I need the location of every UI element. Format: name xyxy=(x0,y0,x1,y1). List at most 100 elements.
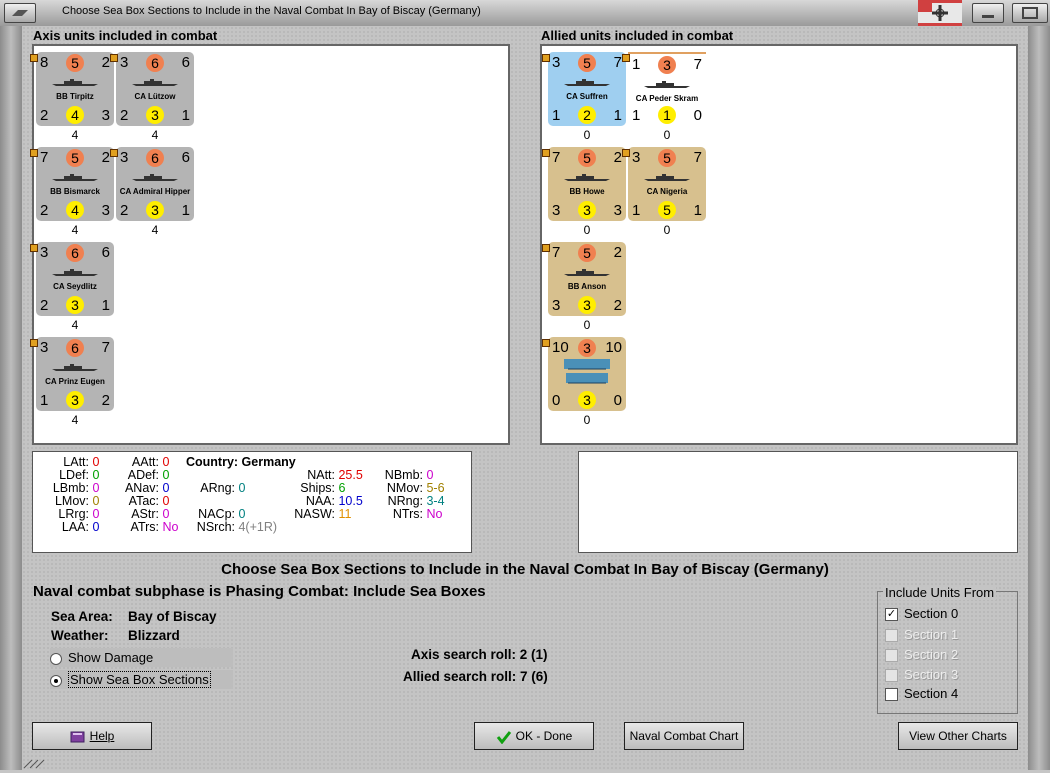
counter-under-value: 4 xyxy=(71,413,79,427)
counter-unit-name: CA Seydlitz xyxy=(53,282,97,291)
window-frame-left xyxy=(0,26,22,770)
allied-unit-counter[interactable]: 1 3 7 CA Peder Skram 1 1 0 xyxy=(628,52,706,126)
minimize-button[interactable] xyxy=(972,3,1004,23)
stat-nsrch: NSrch: 4(+1R) xyxy=(196,520,278,534)
ship-silhouette-icon xyxy=(644,81,690,88)
allied-unit-counter[interactable]: 3 5 7 CA Suffren 1 2 1 xyxy=(548,52,626,126)
section-4-checkbox[interactable]: Section 4 xyxy=(885,686,959,702)
counter-bottom-circle: 3 xyxy=(146,106,164,124)
axis-search-roll: Axis search roll: 2 (1) xyxy=(411,647,548,662)
counter-bottom-circle: 3 xyxy=(578,391,596,409)
counter-bottom-circle: 3 xyxy=(578,201,596,219)
counter-defense-value: 2 xyxy=(40,202,49,219)
allied-unit-counter[interactable]: 7 5 2 BB Howe 3 3 3 xyxy=(548,147,626,221)
show-sections-radio[interactable]: Show Sea Box Sections xyxy=(50,670,233,689)
counter-movement-value: 2 xyxy=(613,297,622,314)
counter-defense-value: 3 xyxy=(552,202,561,219)
ship-silhouette-icon xyxy=(564,269,610,276)
stat-adef: ADef: 0 xyxy=(127,468,170,482)
section-4-label: Section 4 xyxy=(904,686,959,701)
system-menu-button[interactable] xyxy=(4,3,36,23)
allied-unit-counter[interactable]: 3 5 7 CA Nigeria 1 5 1 xyxy=(628,147,706,221)
counter-range-value: 10 xyxy=(605,339,622,356)
axis-unit-counter[interactable]: 8 5 2 BB Tirpitz 2 4 3 xyxy=(36,52,114,126)
counter-range-value: 2 xyxy=(101,54,110,71)
counter-under-value: 4 xyxy=(71,128,79,142)
checkbox-checked-icon: ✓ xyxy=(885,608,898,622)
include-units-title: Include Units From xyxy=(883,585,997,600)
counter-top-circle: 6 xyxy=(66,339,84,357)
section-2-checkbox[interactable]: Section 2 xyxy=(885,647,958,663)
counter-under-value: 0 xyxy=(583,318,591,332)
include-units-group: Include Units From ✓ Section 0 Section 1 … xyxy=(877,585,1018,714)
stat-natt: NAtt: 25.5 xyxy=(307,468,363,482)
counter-unit-name: CA Suffren xyxy=(566,92,608,101)
help-button[interactable]: Help xyxy=(32,722,152,750)
stat-naa: NAA: 10.5 xyxy=(305,494,363,508)
counter-under-value: 0 xyxy=(583,223,591,237)
axis-unit-counter[interactable]: 3 6 6 CA Seydlitz 2 3 1 xyxy=(36,242,114,316)
counter-movement-value: 1 xyxy=(693,202,702,219)
stat-nmov: NMov: 5-6 xyxy=(386,481,445,495)
counter-defense-value: 1 xyxy=(632,107,641,124)
ok-done-button[interactable]: OK - Done xyxy=(474,722,594,750)
show-damage-radio[interactable]: Show Damage xyxy=(50,648,233,667)
naval-combat-chart-button[interactable]: Naval Combat Chart xyxy=(624,722,744,750)
subphase-text: Naval combat subphase is Phasing Combat:… xyxy=(33,583,486,600)
counter-unit-name: CA Nigeria xyxy=(646,187,688,196)
counter-defense-value: 0 xyxy=(552,392,561,409)
counter-range-value: 7 xyxy=(101,339,110,356)
counter-attack-value: 7 xyxy=(40,149,49,166)
allied-panel-heading: Allied units included in combat xyxy=(541,28,734,43)
counter-movement-value: 1 xyxy=(613,107,622,124)
axis-unit-counter[interactable]: 7 5 2 BB Bismarck 2 4 3 xyxy=(36,147,114,221)
section-1-checkbox[interactable]: Section 1 xyxy=(885,627,958,643)
axis-unit-counter[interactable]: 3 6 6 CA Lützow 2 3 1 xyxy=(116,52,194,126)
counter-attack-value: 8 xyxy=(40,54,49,71)
counter-range-value: 6 xyxy=(181,149,190,166)
counter-bottom-circle: 2 xyxy=(578,106,596,124)
section-3-checkbox[interactable]: Section 3 xyxy=(885,667,958,683)
status-marker-icon xyxy=(622,54,630,62)
axis-unit-counter[interactable]: 3 6 7 CA Prinz Eugen 1 3 2 xyxy=(36,337,114,411)
radio-off-icon xyxy=(50,652,62,665)
allied-unit-counter[interactable]: 7 5 2 BB Anson 3 3 2 xyxy=(548,242,626,316)
counter-unit-name: BB Howe xyxy=(569,187,605,196)
stat-lmov: LMov: 0 xyxy=(54,494,100,508)
counter-top-circle: 5 xyxy=(66,149,84,167)
stat-ships: Ships: 6 xyxy=(300,481,346,495)
ship-silhouette-icon xyxy=(52,174,98,181)
counter-under-value: 4 xyxy=(71,223,79,237)
window-frame-right xyxy=(1028,26,1050,770)
resize-grip-icon[interactable] xyxy=(22,756,62,770)
counter-unit-name: CA Prinz Eugen xyxy=(45,377,105,386)
ship-silhouette-icon xyxy=(644,174,690,181)
counter-defense-value: 3 xyxy=(552,297,561,314)
restore-button[interactable] xyxy=(1012,3,1048,23)
counter-defense-value: 1 xyxy=(632,202,641,219)
title-bar[interactable]: Choose Sea Box Sections to Include in th… xyxy=(0,0,1050,27)
ship-silhouette-icon xyxy=(132,174,178,181)
checkmark-icon xyxy=(496,730,511,745)
counter-bottom-circle: 1 xyxy=(658,106,676,124)
counter-range-value: 2 xyxy=(613,149,622,166)
counter-bottom-circle: 3 xyxy=(66,391,84,409)
counter-unit-name: BB Bismarck xyxy=(50,187,100,196)
ship-silhouette-icon xyxy=(564,79,610,86)
section-0-checkbox[interactable]: ✓ Section 0 xyxy=(885,606,958,622)
axis-unit-counter[interactable]: 3 6 6 CA Admiral Hipper 2 3 1 xyxy=(116,147,194,221)
stat-ldef: LDef: 0 xyxy=(59,468,100,482)
counter-attack-value: 3 xyxy=(120,149,129,166)
status-marker-icon xyxy=(110,54,118,62)
weather-label: Weather: xyxy=(51,628,109,643)
german-flag-icon xyxy=(918,0,962,26)
allied-unit-counter[interactable]: 10 3 10 0 3 0 xyxy=(548,337,626,411)
ship-silhouette-icon xyxy=(52,364,98,371)
stat-aatt: AAtt: 0 xyxy=(131,455,170,469)
main-title: Choose Sea Box Sections to Include in th… xyxy=(221,561,829,578)
status-marker-icon xyxy=(542,54,550,62)
view-other-charts-button[interactable]: View Other Charts xyxy=(898,722,1018,750)
counter-attack-value: 3 xyxy=(632,149,641,166)
sea-area-label: Sea Area: xyxy=(51,609,113,624)
stat-lbmb: LBmb: 0 xyxy=(52,481,100,495)
